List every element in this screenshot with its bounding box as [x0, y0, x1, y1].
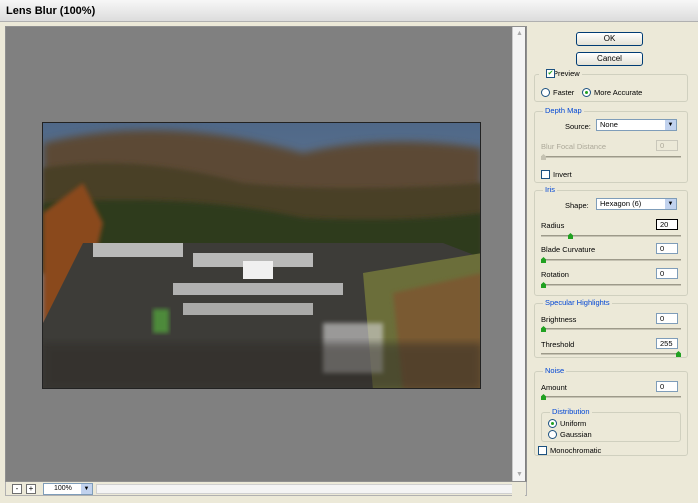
- shape-label: Shape:: [565, 201, 589, 210]
- ok-button[interactable]: OK: [576, 32, 643, 46]
- zoom-out-button[interactable]: -: [12, 484, 22, 494]
- slider-thumb[interactable]: [541, 394, 546, 400]
- radius-slider[interactable]: [541, 233, 681, 239]
- preview-bottom-bar: - + 100% ▼: [5, 482, 527, 496]
- parking-lot-photo: [43, 123, 480, 388]
- shape-value: Hexagon (6): [600, 199, 642, 208]
- window-title: Lens Blur (100%): [6, 5, 96, 17]
- amount-field[interactable]: 0: [656, 381, 678, 392]
- faster-radio[interactable]: [541, 88, 550, 97]
- preview-checkbox[interactable]: ✔: [546, 69, 555, 78]
- blade-curvature-field[interactable]: 0: [656, 243, 678, 254]
- gaussian-label: Gaussian: [560, 430, 592, 439]
- slider-thumb[interactable]: [541, 282, 546, 288]
- chevron-down-icon[interactable]: ▼: [81, 484, 92, 494]
- blur-focal-distance-label: Blur Focal Distance: [541, 142, 607, 151]
- slider-thumb[interactable]: [676, 351, 681, 357]
- preview-group: Preview ✔ Faster More Accurate: [534, 69, 688, 102]
- threshold-label: Threshold: [541, 340, 575, 349]
- radius-field[interactable]: 20: [656, 219, 678, 230]
- blur-focal-distance-field[interactable]: 0: [656, 140, 678, 151]
- cancel-button[interactable]: Cancel: [576, 52, 643, 66]
- distribution-title: Distribution: [550, 407, 592, 416]
- slider-thumb[interactable]: [541, 326, 546, 332]
- threshold-field[interactable]: 255: [656, 338, 678, 349]
- specular-highlights-title: Specular Highlights: [543, 298, 612, 307]
- specular-highlights-group: Specular Highlights Brightness 0 Thresho…: [534, 298, 688, 358]
- faster-label: Faster: [553, 88, 575, 97]
- more-accurate-radio[interactable]: [582, 88, 591, 97]
- zoom-level-select[interactable]: 100% ▼: [43, 483, 93, 495]
- noise-group: Noise Amount 0 Distribution Uniform Gaus…: [534, 366, 688, 456]
- amount-slider[interactable]: [541, 394, 681, 400]
- brightness-slider[interactable]: [541, 326, 681, 332]
- rotation-slider[interactable]: [541, 282, 681, 288]
- scroll-down-icon[interactable]: ▼: [514, 469, 525, 480]
- vertical-scrollbar[interactable]: ▲ ▼: [512, 27, 525, 481]
- invert-label: Invert: [553, 170, 572, 179]
- zoom-in-button[interactable]: +: [26, 484, 36, 494]
- horizontal-scrollbar[interactable]: [96, 484, 518, 494]
- monochromatic-checkbox[interactable]: [538, 446, 547, 455]
- rotation-field[interactable]: 0: [656, 268, 678, 279]
- slider-thumb[interactable]: [541, 257, 546, 263]
- zoom-level-value: 100%: [54, 485, 72, 492]
- preview-label: Preview: [553, 69, 580, 78]
- slider-thumb[interactable]: [568, 233, 573, 239]
- blur-focal-distance-slider[interactable]: [541, 154, 681, 160]
- shape-select[interactable]: Hexagon (6) ▼: [596, 198, 677, 210]
- settings-panel: OK Cancel Preview ✔ Faster More Accurate…: [530, 22, 698, 503]
- blade-curvature-slider[interactable]: [541, 257, 681, 263]
- blade-curvature-label: Blade Curvature: [541, 245, 596, 254]
- resize-grip[interactable]: [512, 482, 525, 496]
- source-label: Source:: [565, 122, 591, 131]
- iris-group: Iris Shape: Hexagon (6) ▼ Radius 20 Blad…: [534, 185, 688, 296]
- source-select[interactable]: None ▼: [596, 119, 677, 131]
- source-value: None: [600, 120, 618, 129]
- invert-checkbox[interactable]: [541, 170, 550, 179]
- slider-thumb[interactable]: [541, 154, 546, 160]
- iris-title: Iris: [543, 185, 557, 194]
- noise-title: Noise: [543, 366, 567, 375]
- gaussian-radio[interactable]: [548, 430, 557, 439]
- brightness-field[interactable]: 0: [656, 313, 678, 324]
- scroll-up-icon[interactable]: ▲: [514, 28, 525, 39]
- depth-map-title: Depth Map: [543, 106, 584, 115]
- radius-label: Radius: [541, 221, 565, 230]
- brightness-label: Brightness: [541, 315, 577, 324]
- chevron-down-icon[interactable]: ▼: [665, 120, 676, 130]
- amount-label: Amount: [541, 383, 567, 392]
- monochromatic-label: Monochromatic: [550, 446, 602, 455]
- threshold-slider[interactable]: [541, 351, 681, 357]
- title-bar: Lens Blur (100%): [0, 0, 698, 22]
- more-accurate-label: More Accurate: [594, 88, 643, 97]
- depth-map-group: Depth Map Source: None ▼ Blur Focal Dist…: [534, 106, 688, 183]
- preview-image: [42, 122, 481, 389]
- chevron-down-icon[interactable]: ▼: [665, 199, 676, 209]
- uniform-label: Uniform: [560, 419, 587, 428]
- rotation-label: Rotation: [541, 270, 569, 279]
- distribution-group: Distribution Uniform Gaussian: [541, 407, 681, 442]
- uniform-radio[interactable]: [548, 419, 557, 428]
